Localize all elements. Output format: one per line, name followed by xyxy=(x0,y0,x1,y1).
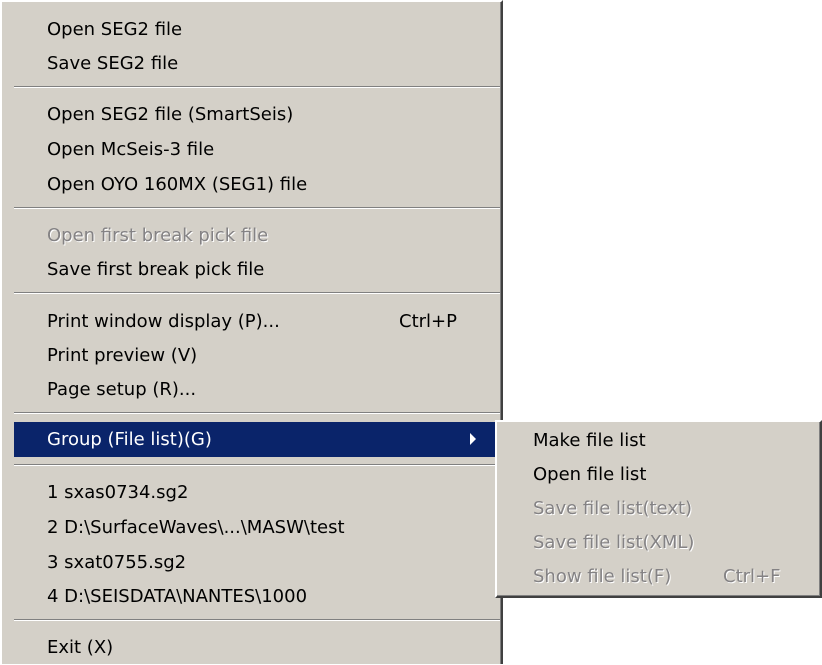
menu-item-open-first-break-pick: Open first break pick file xyxy=(2,218,500,253)
menu-item-open-seg2-smartseis[interactable]: Open SEG2 file (SmartSeis) xyxy=(2,97,500,132)
menu-item-label: Save SEG2 file xyxy=(47,53,179,74)
submenu-item-label: Save file list(XML) xyxy=(533,532,695,553)
submenu-arrow-icon xyxy=(470,433,476,445)
menu-item-save-seg2[interactable]: Save SEG2 file xyxy=(2,46,500,81)
menu-item-label: Open OYO 160MX (SEG1) file xyxy=(47,174,308,195)
menu-item-label: Page setup (R)... xyxy=(47,379,197,400)
menu-separator xyxy=(14,412,500,414)
menu-item-group-file-list[interactable]: Group (File list)(G) xyxy=(14,422,500,457)
menu-item-shortcut: Ctrl+P xyxy=(399,311,457,332)
file-menu: Open SEG2 file Save SEG2 file Open SEG2 … xyxy=(0,0,503,664)
menu-item-label: Exit (X) xyxy=(47,637,114,658)
submenu-item-label: Save file list(text) xyxy=(533,498,693,519)
submenu-item-open-file-list[interactable]: Open file list xyxy=(497,458,817,492)
submenu-item-show-file-list: Show file list(F) Ctrl+F xyxy=(497,560,817,594)
menu-item-save-first-break-pick[interactable]: Save first break pick file xyxy=(2,252,500,287)
menu-item-label: 2 D:\SurfaceWaves\...\MASW\test xyxy=(47,517,345,538)
menu-item-label: Open SEG2 file xyxy=(47,19,183,40)
menu-item-exit[interactable]: Exit (X) xyxy=(2,630,500,665)
submenu-item-label: Show file list(F) xyxy=(533,566,672,587)
menu-item-label: Open McSeis-3 file xyxy=(47,139,215,160)
submenu-item-save-file-list-xml: Save file list(XML) xyxy=(497,526,817,560)
submenu-item-shortcut: Ctrl+F xyxy=(723,566,781,587)
menu-item-print-window-display[interactable]: Print window display (P)... Ctrl+P xyxy=(2,304,500,339)
menu-item-print-preview[interactable]: Print preview (V) xyxy=(2,338,500,373)
menu-separator xyxy=(14,464,500,466)
menu-item-recent-file-3[interactable]: 3 sxat0755.sg2 xyxy=(2,545,500,580)
menu-item-label: Open first break pick file xyxy=(47,225,269,246)
menu-separator xyxy=(14,86,500,88)
menu-item-label: Print preview (V) xyxy=(47,345,198,366)
submenu-item-save-file-list-text: Save file list(text) xyxy=(497,492,817,526)
menu-item-recent-file-4[interactable]: 4 D:\SEISDATA\NANTES\1000 xyxy=(2,579,500,614)
menu-item-label: Group (File list)(G) xyxy=(47,429,212,450)
menu-item-page-setup[interactable]: Page setup (R)... xyxy=(2,372,500,407)
menu-separator xyxy=(14,619,500,621)
menu-item-label: 3 sxat0755.sg2 xyxy=(47,552,187,573)
menu-item-label: Print window display (P)... xyxy=(47,311,280,332)
menu-separator xyxy=(14,292,500,294)
menu-item-open-oyo-160mx[interactable]: Open OYO 160MX (SEG1) file xyxy=(2,167,500,202)
submenu-item-label: Make file list xyxy=(533,430,646,451)
menu-item-recent-file-1[interactable]: 1 sxas0734.sg2 xyxy=(2,475,500,510)
submenu-item-make-file-list[interactable]: Make file list xyxy=(497,424,817,458)
submenu-item-label: Open file list xyxy=(533,464,647,485)
menu-item-label: Open SEG2 file (SmartSeis) xyxy=(47,104,294,125)
menu-separator xyxy=(14,207,500,209)
menu-item-label: Save first break pick file xyxy=(47,259,265,280)
menu-item-open-seg2[interactable]: Open SEG2 file xyxy=(2,12,500,47)
file-list-submenu: Make file list Open file list Save file … xyxy=(495,420,822,598)
menu-item-open-mcseis3[interactable]: Open McSeis-3 file xyxy=(2,132,500,167)
menu-item-label: 1 sxas0734.sg2 xyxy=(47,482,189,503)
menu-item-label: 4 D:\SEISDATA\NANTES\1000 xyxy=(47,586,308,607)
menu-item-recent-file-2[interactable]: 2 D:\SurfaceWaves\...\MASW\test xyxy=(2,510,500,545)
